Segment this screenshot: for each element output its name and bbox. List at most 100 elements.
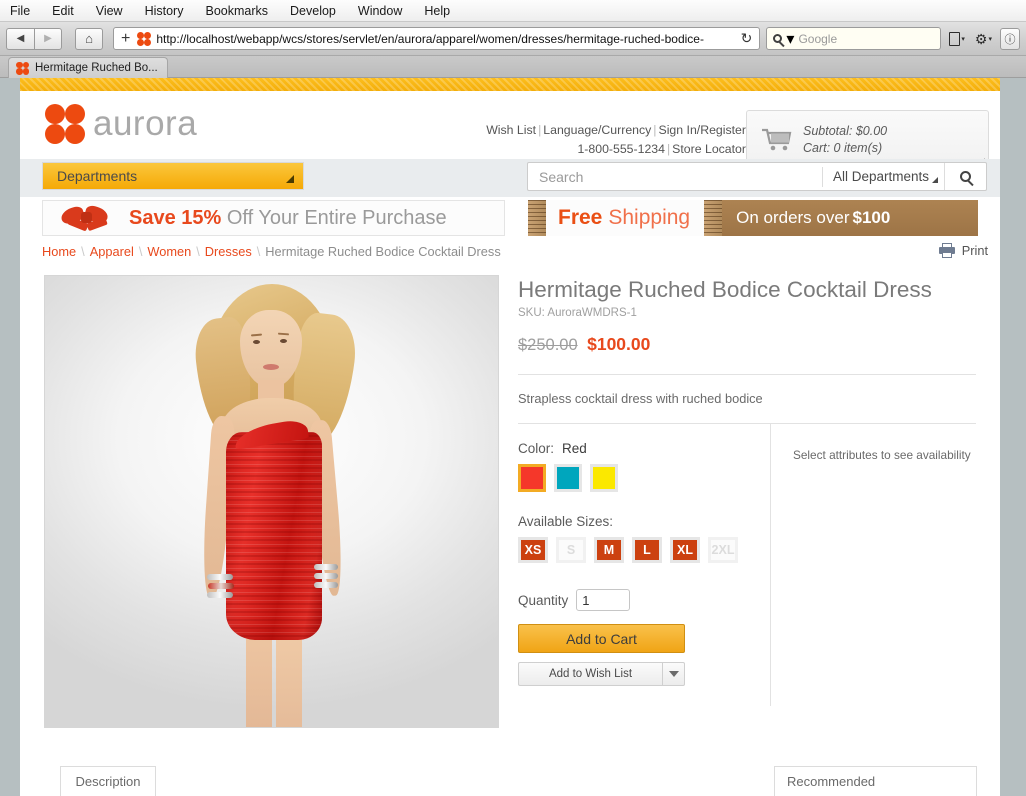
- new-tab-icon[interactable]: +: [119, 30, 132, 47]
- size-chip-l[interactable]: L: [632, 537, 662, 563]
- free-word: Free: [558, 206, 603, 229]
- price-block: $250.00 $100.00: [518, 334, 976, 355]
- reload-icon[interactable]: ↻: [741, 30, 755, 47]
- product-image[interactable]: [44, 275, 499, 728]
- free-shipping-headline: Free Shipping: [546, 200, 705, 236]
- tab-description[interactable]: Description: [60, 766, 156, 796]
- search-icon: [960, 171, 971, 182]
- language-currency-link[interactable]: Language/Currency: [543, 123, 651, 137]
- sign-in-register-link[interactable]: Sign In/Register: [659, 123, 747, 137]
- add-to-cart-button[interactable]: Add to Cart: [518, 624, 685, 653]
- availability-message: Select attributes to see availability: [793, 448, 971, 462]
- ribbon-bow-icon: [59, 204, 113, 232]
- original-price: $250.00: [518, 336, 578, 354]
- tab-title: Hermitage Ruched Bo...: [35, 62, 158, 74]
- browser-search-placeholder: Google: [798, 31, 838, 46]
- address-bar[interactable]: + http://localhost/webapp/wcs/stores/ser…: [113, 27, 761, 50]
- breadcrumb-dresses[interactable]: Dresses: [205, 244, 252, 259]
- short-description: Strapless cocktail dress with ruched bod…: [518, 391, 763, 406]
- aurora-flower-icon: [45, 104, 85, 144]
- add-to-wish-list-button[interactable]: Add to Wish List: [518, 662, 662, 686]
- menu-item-window[interactable]: Window: [358, 4, 402, 18]
- page-icon: [949, 31, 961, 46]
- promotion-banners: Save 15% Off Your Entire Purchase Free S…: [20, 197, 1000, 239]
- promo-discount-highlight: Save 15%: [129, 206, 222, 229]
- forward-arrow-icon: ▶: [44, 33, 52, 44]
- browser-search-box[interactable]: ▾ Google: [766, 27, 942, 50]
- size-chip-xs[interactable]: XS: [518, 537, 548, 563]
- departments-button[interactable]: Departments: [42, 162, 304, 190]
- favicon-aurora: [16, 61, 29, 75]
- promo-shipping-banner[interactable]: Free Shipping On orders over $100: [528, 200, 978, 236]
- menu-item-view[interactable]: View: [96, 4, 123, 18]
- attribute-selectors: Color: Red Available Sizes: XS S M L XL: [518, 424, 771, 706]
- menu-item-file[interactable]: File: [10, 4, 30, 18]
- quantity-input[interactable]: [576, 589, 631, 611]
- search-submit-button[interactable]: [944, 163, 986, 190]
- attributes-section: Color: Red Available Sizes: XS S M L XL: [518, 423, 976, 706]
- model-in-red-dress-illustration: [122, 276, 422, 727]
- shopping-cart-icon: [760, 127, 792, 153]
- availability-panel: Select attributes to see availability: [771, 424, 976, 706]
- current-price: $100.00: [587, 334, 651, 354]
- store-locator-link[interactable]: Store Locator: [672, 142, 746, 156]
- tape-texture-icon: [528, 200, 546, 236]
- breadcrumb-apparel[interactable]: Apparel: [90, 244, 134, 259]
- shipping-condition: On orders over $100: [722, 200, 978, 236]
- breadcrumb-home[interactable]: Home: [42, 244, 76, 259]
- nav-search-row: Departments All Departments: [20, 159, 1000, 197]
- site-search: All Departments: [527, 162, 987, 191]
- info-button[interactable]: ⓘ: [1000, 27, 1020, 50]
- promo-discount-banner[interactable]: Save 15% Off Your Entire Purchase: [42, 200, 505, 236]
- promo-discount-rest: Off Your Entire Purchase: [221, 206, 447, 229]
- size-chip-xl[interactable]: XL: [670, 537, 700, 563]
- desktop-background-left: [0, 78, 20, 796]
- shipping-condition-amount: $100: [852, 208, 891, 227]
- menu-item-develop[interactable]: Develop: [290, 4, 336, 18]
- search-scope-dropdown[interactable]: All Departments: [821, 166, 944, 187]
- menu-item-history[interactable]: History: [145, 4, 184, 18]
- wish-list-dropdown-button[interactable]: [662, 662, 685, 686]
- chevron-down-icon[interactable]: ▾: [786, 29, 794, 49]
- desktop-background-right: [1000, 78, 1026, 796]
- breadcrumb-women[interactable]: Women: [147, 244, 191, 259]
- print-label: Print: [961, 243, 988, 258]
- color-swatch-red[interactable]: [518, 464, 546, 492]
- breadcrumb-separator: \: [196, 244, 200, 259]
- back-button[interactable]: ◀: [6, 27, 34, 50]
- link-separator: |: [653, 123, 657, 137]
- tab-recommended[interactable]: Recommended: [774, 766, 977, 796]
- departments-label: Departments: [57, 168, 138, 184]
- wish-list-link[interactable]: Wish List: [486, 123, 536, 137]
- color-swatch-teal[interactable]: [554, 464, 582, 492]
- color-swatch-yellow[interactable]: [590, 464, 618, 492]
- browser-tab-product[interactable]: Hermitage Ruched Bo...: [8, 57, 168, 78]
- logo-wordmark: aurora: [93, 104, 198, 143]
- home-button[interactable]: ⌂: [75, 27, 103, 50]
- search-scope-label: All Departments: [832, 169, 929, 184]
- size-chip-s: S: [556, 537, 586, 563]
- tab-strip: Hermitage Ruched Bo...: [0, 56, 1026, 78]
- browser-toolbar: ◀ ▶ ⌂ + http://localhost/webapp/wcs/stor…: [0, 22, 1026, 56]
- print-button[interactable]: Print: [938, 243, 988, 258]
- chevron-down-icon: ▾: [961, 35, 965, 43]
- color-swatch-list: [518, 464, 770, 492]
- quantity-label: Quantity: [518, 592, 569, 608]
- menu-item-edit[interactable]: Edit: [52, 4, 74, 18]
- sizes-label: Available Sizes:: [518, 514, 614, 529]
- settings-button[interactable]: ⚙ ▾: [973, 32, 994, 46]
- os-menu-bar: File Edit View History Bookmarks Develop…: [0, 0, 1026, 22]
- favicon-aurora: [137, 31, 152, 46]
- site-logo[interactable]: aurora: [45, 104, 197, 144]
- search-input[interactable]: [528, 168, 822, 185]
- menu-item-bookmarks[interactable]: Bookmarks: [205, 4, 268, 18]
- quantity-row: Quantity: [518, 589, 770, 611]
- product-main: Hermitage Ruched Bodice Cocktail Dress S…: [20, 267, 1000, 796]
- breadcrumb-current: Hermitage Ruched Bodice Cocktail Dress: [265, 244, 501, 259]
- forward-button[interactable]: ▶: [34, 27, 62, 50]
- page-actions-button[interactable]: ▾: [947, 31, 967, 46]
- chevron-down-icon: [932, 176, 938, 183]
- breadcrumb-separator: \: [81, 244, 85, 259]
- menu-item-help[interactable]: Help: [424, 4, 450, 18]
- size-chip-m[interactable]: M: [594, 537, 624, 563]
